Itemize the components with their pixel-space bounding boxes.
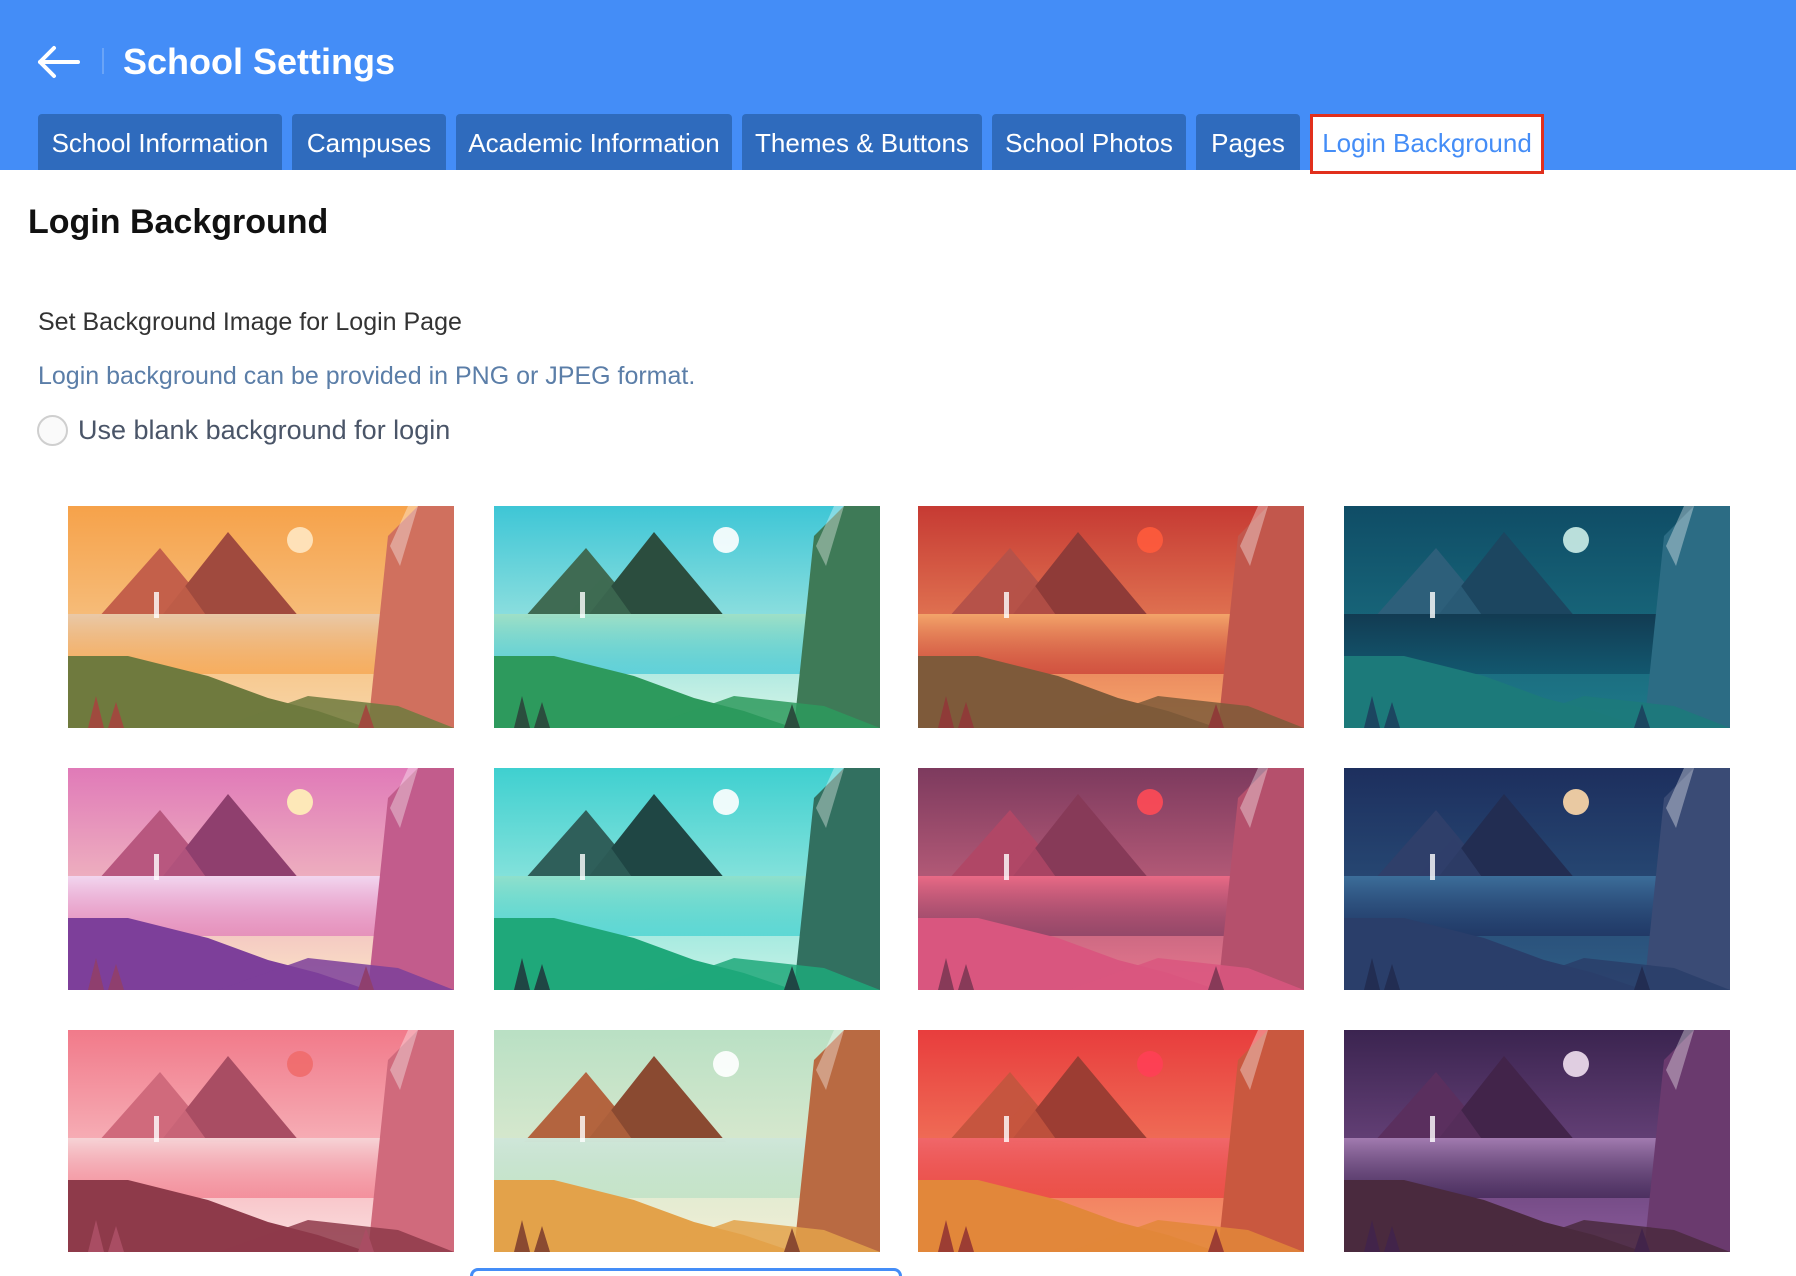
background-thumbnail[interactable] <box>68 1030 454 1252</box>
section-label: Set Background Image for Login Page <box>38 308 462 336</box>
background-thumbnail[interactable] <box>1344 506 1730 728</box>
landscape-image <box>494 768 880 990</box>
background-thumbnail[interactable] <box>494 768 880 990</box>
background-thumbnail[interactable] <box>68 506 454 728</box>
tab-campuses[interactable]: Campuses <box>292 114 446 170</box>
landscape-image <box>494 1030 880 1252</box>
background-thumbnail[interactable] <box>918 1030 1304 1252</box>
background-thumbnail[interactable] <box>68 768 454 990</box>
back-button[interactable] <box>34 42 82 82</box>
landscape-image <box>918 768 1304 990</box>
landscape-image <box>918 1030 1304 1252</box>
tab-themes-buttons[interactable]: Themes & Buttons <box>742 114 982 170</box>
background-thumbnail[interactable] <box>1344 1030 1730 1252</box>
format-hint: Login background can be provided in PNG … <box>38 362 696 390</box>
landscape-image <box>1344 1030 1730 1252</box>
app-header: School Settings School Information Campu… <box>0 0 1796 174</box>
background-thumbnail[interactable] <box>1344 768 1730 990</box>
landscape-image <box>918 506 1304 728</box>
selected-background-outline <box>470 1268 902 1276</box>
background-thumbnail[interactable] <box>918 768 1304 990</box>
page-header-title: School Settings <box>123 41 396 82</box>
background-thumbnail[interactable] <box>494 506 880 728</box>
landscape-image <box>1344 768 1730 990</box>
background-thumbnail[interactable] <box>494 1030 880 1252</box>
tab-login-background[interactable]: Login Background <box>1310 114 1544 174</box>
tab-pages[interactable]: Pages <box>1196 114 1300 170</box>
arrow-left-icon <box>38 46 80 78</box>
tab-school-information[interactable]: School Information <box>38 114 282 170</box>
header-divider <box>102 48 104 74</box>
tab-school-photos[interactable]: School Photos <box>992 114 1186 170</box>
landscape-image <box>68 506 454 728</box>
landscape-image <box>1344 506 1730 728</box>
landscape-image <box>68 768 454 990</box>
settings-tabs: School Information Campuses Academic Inf… <box>0 114 1796 174</box>
blank-background-radio[interactable] <box>37 415 68 446</box>
tab-academic-information[interactable]: Academic Information <box>456 114 732 170</box>
background-thumbnail[interactable] <box>918 506 1304 728</box>
landscape-image <box>494 506 880 728</box>
landscape-image <box>68 1030 454 1252</box>
background-gallery <box>0 0 1796 1276</box>
blank-background-label: Use blank background for login <box>78 415 451 445</box>
page-title: Login Background <box>28 203 329 241</box>
